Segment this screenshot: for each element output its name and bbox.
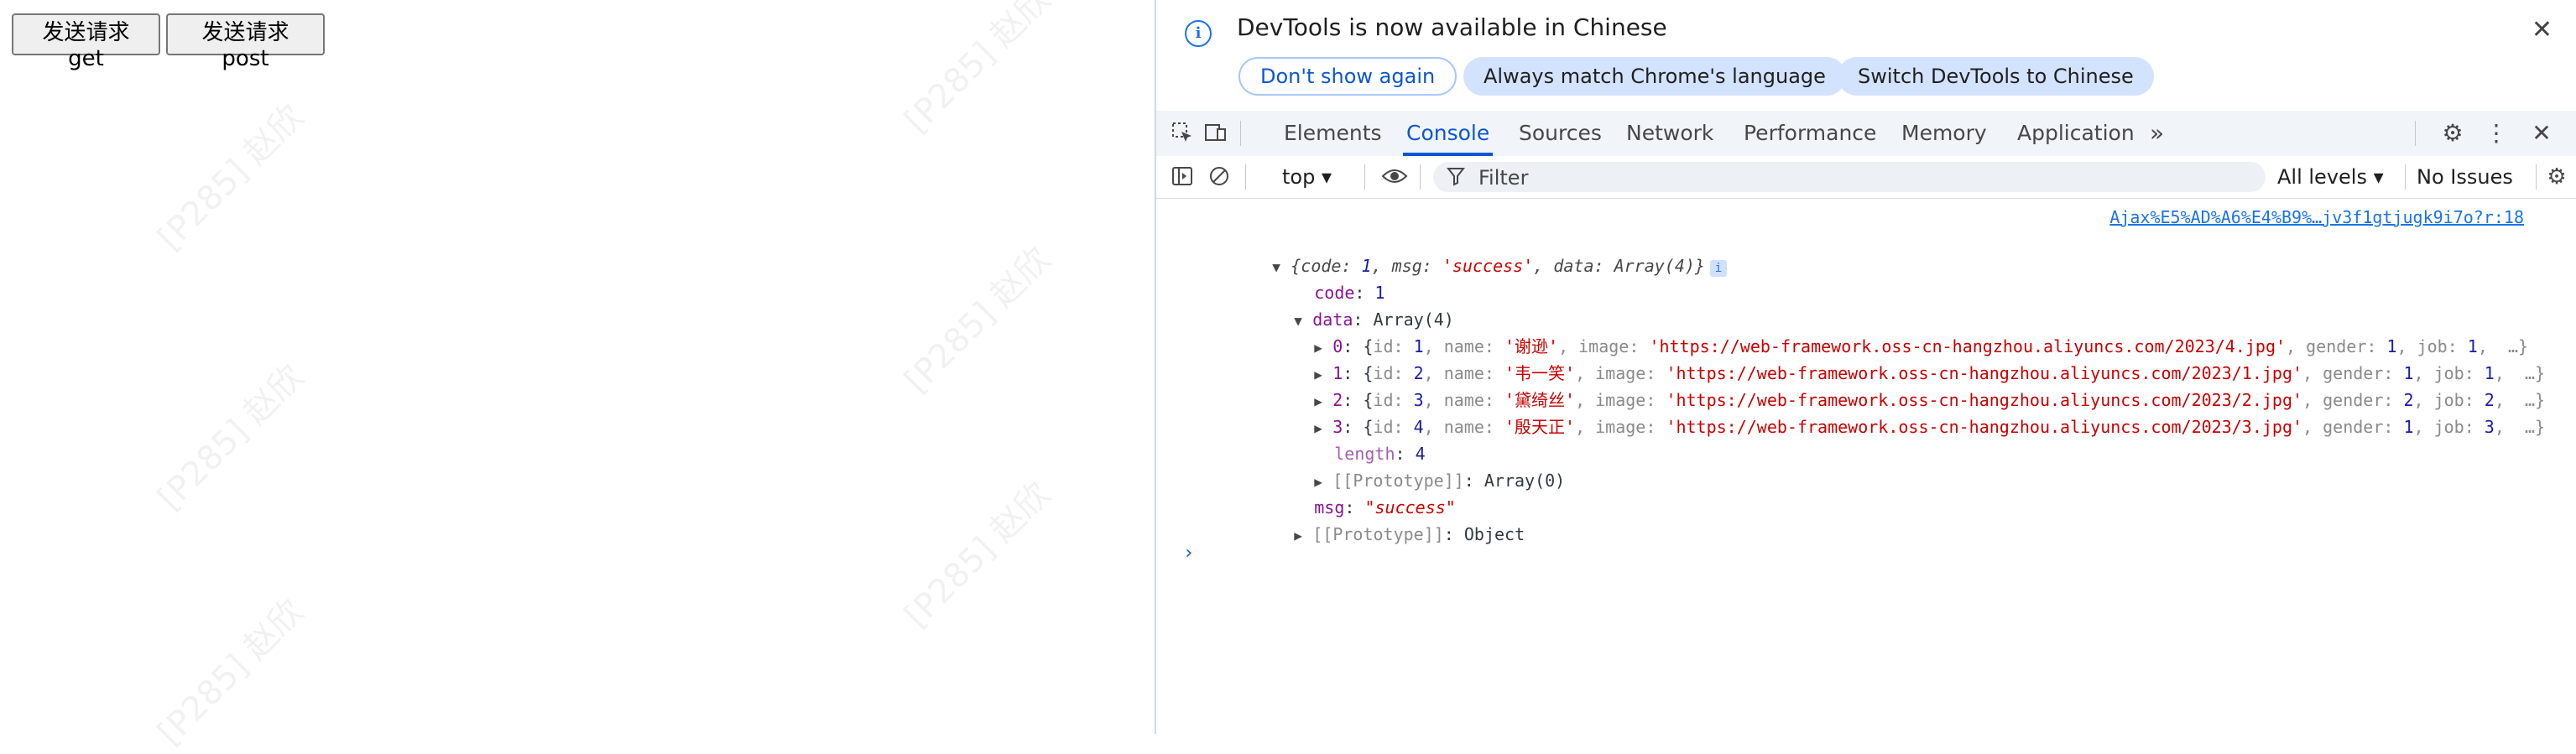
language-banner: i DevTools is now available in Chinese ✕… xyxy=(1156,0,2576,111)
row-name: '殷天正' xyxy=(1504,417,1576,437)
array-item-row[interactable]: ▶ 3: {id: 4, name: '殷天正', image: 'https:/… xyxy=(1254,389,2545,437)
object-summary-row[interactable]: ▼ {code: 1, msg: 'success', data: Array(4… xyxy=(1212,228,1727,277)
divider xyxy=(1240,121,1241,146)
info-icon[interactable]: i xyxy=(1709,260,1727,277)
inspect-element-icon[interactable] xyxy=(1170,121,1195,146)
divider xyxy=(2405,164,2406,190)
send-get-button[interactable]: 发送请求get xyxy=(12,13,160,71)
gear-icon[interactable]: ⚙ xyxy=(2440,121,2465,146)
devtools-tab-bar: Elements Console Sources Network Perform… xyxy=(1156,111,2576,157)
code-property: code: 1 xyxy=(1314,283,1385,303)
watermark-text: [P285] 赵欣 xyxy=(150,592,311,753)
filter-icon xyxy=(1446,165,1466,192)
msg-property: msg: "success" xyxy=(1314,497,1456,517)
tab-console[interactable]: Console xyxy=(1403,111,1494,156)
property-value: Object xyxy=(1463,524,1525,544)
switch-to-chinese-button[interactable]: Switch DevTools to Chinese xyxy=(1838,57,2154,96)
row-image: 'https://web-framework.oss-cn-hangzhou.a… xyxy=(1666,417,2303,437)
sidebar-toggle-icon[interactable] xyxy=(1170,164,1195,190)
divider xyxy=(1364,164,1365,190)
close-icon[interactable]: ✕ xyxy=(2532,15,2553,44)
device-toolbar-icon[interactable] xyxy=(1203,121,1228,146)
watermark-text: [P285] 赵欣 xyxy=(897,0,1058,141)
row-gender: 1 xyxy=(2403,417,2414,437)
send-post-button[interactable]: 发送请求post xyxy=(166,13,325,71)
web-page: 发送请求get 发送请求post [P285] 赵欣 [P285] 赵欣 [P2… xyxy=(0,0,1153,752)
watermark-text: [P285] 赵欣 xyxy=(150,97,311,258)
summary-msg: 'success' xyxy=(1442,256,1534,276)
prototype-row[interactable]: ▶ [[Prototype]]: Array(0) xyxy=(1254,443,1565,491)
close-devtools-icon[interactable]: ✕ xyxy=(2529,121,2554,146)
console-toolbar: top ▾ All levels ▾ No Issues ⚙ xyxy=(1156,156,2576,199)
divider xyxy=(1245,164,1246,190)
source-link[interactable]: Ajax%E5%AD%A6%E4%B9%…jv3f1gtjugk9i7o?r:1… xyxy=(2109,207,2524,227)
array-item-row[interactable]: ▶ 2: {id: 3, name: '黛绮丝', image: 'https:/… xyxy=(1254,362,2545,410)
context-selector[interactable]: top ▾ xyxy=(1282,156,1332,198)
clear-console-icon[interactable] xyxy=(1207,164,1232,190)
watermark-text: [P285] 赵欣 xyxy=(150,357,311,518)
tab-network[interactable]: Network xyxy=(1623,111,1717,156)
collapsed-triangle-icon[interactable]: ▶ xyxy=(1294,523,1312,549)
property-value: Array(0) xyxy=(1484,471,1566,491)
filter-input[interactable] xyxy=(1477,162,2235,194)
watermark-text: [P285] 赵欣 xyxy=(897,475,1058,636)
divider xyxy=(2536,164,2537,190)
tab-elements[interactable]: Elements xyxy=(1280,111,1385,156)
watermark-text: [P285] 赵欣 xyxy=(897,240,1058,401)
log-levels-dropdown[interactable]: All levels ▾ xyxy=(2277,156,2384,198)
array-item-row[interactable]: ▶ 0: {id: 1, name: '谢逊', image: 'https://… xyxy=(1254,309,2528,356)
filter-box xyxy=(1433,162,2266,194)
property-key: [[Prototype]] xyxy=(1312,524,1444,544)
eye-icon[interactable] xyxy=(1381,164,1408,190)
banner-title: DevTools is now available in Chinese xyxy=(1237,13,1667,41)
array-item-row[interactable]: ▶ 1: {id: 2, name: '韦一笑', image: 'https:/… xyxy=(1254,335,2545,383)
more-options-icon[interactable]: ⋮ xyxy=(2484,121,2509,146)
divider xyxy=(1420,164,1421,190)
console-settings-icon[interactable]: ⚙ xyxy=(2544,164,2569,190)
tab-performance[interactable]: Performance xyxy=(1740,111,1880,156)
console-prompt-icon[interactable]: › xyxy=(1183,543,1194,564)
devtools-panel: i DevTools is now available in Chinese ✕… xyxy=(1155,0,2576,734)
issues-counter[interactable]: No Issues xyxy=(2417,156,2513,198)
more-tabs-icon[interactable]: » xyxy=(2146,111,2167,156)
dont-show-again-button[interactable]: Don't show again xyxy=(1238,57,1457,96)
summary-data: Array(4)} xyxy=(1614,256,1705,276)
prototype-row[interactable]: ▶ [[Prototype]]: Object xyxy=(1233,497,1525,544)
length-property: length: 4 xyxy=(1334,444,1426,464)
console-output: Ajax%E5%AD%A6%E4%B9%…jv3f1gtjugk9i7o?r:1… xyxy=(1156,199,2576,734)
always-match-language-button[interactable]: Always match Chrome's language xyxy=(1463,57,1846,96)
info-icon: i xyxy=(1185,20,1212,47)
divider xyxy=(2415,121,2416,146)
summary-data-key: , data: xyxy=(1533,256,1614,276)
tab-application[interactable]: Application xyxy=(2014,111,2138,156)
row-job: 3 xyxy=(2484,417,2495,437)
tab-memory[interactable]: Memory xyxy=(1898,111,1990,156)
tab-sources[interactable]: Sources xyxy=(1515,111,1605,156)
data-property-row[interactable]: ▼ data: Array(4) xyxy=(1233,282,1454,330)
